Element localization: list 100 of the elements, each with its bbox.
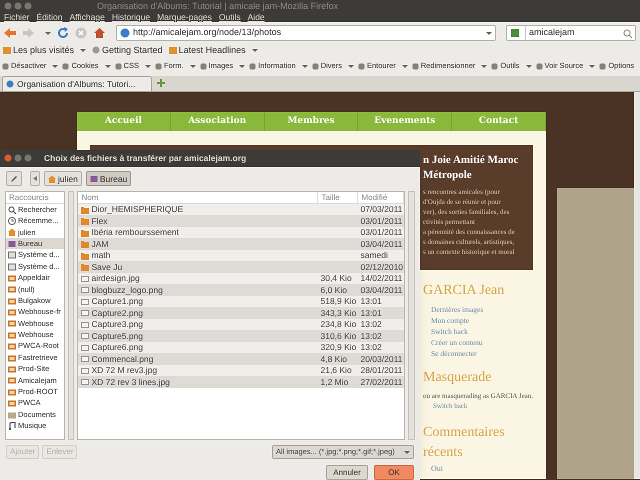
file-date: 03/04/2011 <box>359 238 404 250</box>
bookmark-item[interactable]: Latest Headlines <box>168 46 258 54</box>
left-arrow-icon <box>33 176 37 182</box>
file-size: 6,0 Kio <box>319 284 348 296</box>
file-size: 343,3 Kio <box>319 306 358 320</box>
caret-icon <box>402 64 408 68</box>
caret-icon <box>404 450 410 454</box>
back-icon <box>3 27 17 39</box>
edit-path-button[interactable] <box>6 171 22 186</box>
search-icon <box>8 206 16 214</box>
file-name[interactable]: XD 72 M rev3.jpg <box>78 364 318 377</box>
cancel-button[interactable]: Annuler <box>326 465 368 480</box>
caret-icon <box>190 64 196 68</box>
file-name[interactable]: Capture1.png <box>78 295 318 308</box>
file-date: 28/01/2011 <box>359 364 404 377</box>
column-header[interactable]: Nom <box>78 192 318 203</box>
caret-icon <box>144 64 151 68</box>
file-date: 03/01/2011 <box>359 214 404 228</box>
file-date: 03/01/2011 <box>359 226 404 239</box>
file-size: 4,8 Kio <box>319 352 348 366</box>
address-bar[interactable]: http://amicalejam.org/node/13/photos <box>116 25 496 41</box>
clock-icon <box>8 216 16 225</box>
file-name[interactable]: Capture2.png <box>78 306 318 320</box>
file-name[interactable]: Capture5.png <box>78 330 318 342</box>
forward-icon <box>23 27 35 39</box>
caret-icon <box>589 64 596 68</box>
window-buttons-icon <box>4 154 34 162</box>
browser-tab[interactable]: Organisation d'Albums: Tutori... <box>2 76 152 91</box>
file-name[interactable]: JAM <box>78 238 318 250</box>
music-icon <box>8 422 16 430</box>
caret-icon <box>481 64 488 68</box>
house-icon <box>8 228 16 236</box>
file-name[interactable]: Save Ju <box>78 260 318 274</box>
house-icon <box>48 174 56 183</box>
path-button[interactable]: julien <box>44 171 82 186</box>
caret-icon <box>104 64 111 68</box>
scrollbar[interactable] <box>408 190 416 440</box>
caret-icon <box>486 32 492 34</box>
column-header[interactable]: Taille <box>318 192 358 203</box>
scrollbar[interactable] <box>68 190 74 440</box>
file-name[interactable]: Ibéria rembourssement <box>78 226 318 239</box>
menu-item[interactable]: Historique <box>112 12 150 22</box>
file-date: 27/02/2011 <box>359 376 404 388</box>
file-size: 30,4 Kio <box>319 272 353 285</box>
file-date: 03/04/2011 <box>359 284 404 296</box>
path-button[interactable]: Bureau <box>86 171 132 186</box>
bookmark-item[interactable]: Les plus visités <box>3 46 86 54</box>
file-date: 13:02 <box>359 341 383 354</box>
file-name[interactable]: XD 72 rev 3 lines.jpg <box>78 376 318 388</box>
file-name[interactable]: math <box>78 249 318 262</box>
column-header[interactable]: Modifié <box>358 192 404 203</box>
file-date: 13:02 <box>359 318 383 331</box>
menu-item[interactable]: Affichage <box>70 12 105 22</box>
menu-item[interactable]: Édition <box>36 12 63 22</box>
caret-icon <box>52 64 58 68</box>
search-field[interactable]: amicalejam <box>506 25 636 41</box>
menu-item[interactable]: Fichier <box>4 12 30 22</box>
file-name[interactable]: airdesign.jpg <box>78 272 318 285</box>
file-name[interactable]: blogbuzz_logo.png <box>78 284 318 296</box>
stop-icon <box>75 27 87 39</box>
file-size: 320,9 Kio <box>319 341 358 354</box>
file-name[interactable]: Capture3.png <box>78 318 318 331</box>
file-size: 1,2 Mio <box>319 376 350 388</box>
block-title: Masquerade <box>423 369 492 387</box>
file-date: 13:02 <box>359 330 383 342</box>
window-buttons-icon <box>4 2 34 10</box>
ok-button[interactable]: OK <box>374 465 414 480</box>
file-size: 310,6 Kio <box>319 330 358 342</box>
column-header: Raccourcis <box>6 192 64 204</box>
file-name[interactable]: Capture6.png <box>78 341 318 354</box>
file-name[interactable]: Dior_HEMISPHERIQUE <box>78 203 318 216</box>
pencil-icon <box>10 174 18 183</box>
window-title: Organisation d'Albums: Tutorial | amicale jam-Mozilla Firefox <box>97 2 338 10</box>
caret-icon <box>302 64 308 68</box>
file-date: 02/12/2010 <box>359 260 404 274</box>
search-icon <box>623 28 632 38</box>
menu-item[interactable]: Aide <box>248 12 265 22</box>
file-name[interactable]: Flex <box>78 214 318 228</box>
file-size: 234,8 Kio <box>319 318 358 331</box>
menu-item[interactable]: Outils <box>218 12 241 22</box>
file-date: 14/02/2011 <box>359 272 404 285</box>
file-date: 13:01 <box>359 306 383 320</box>
bookmark-item[interactable]: Getting Started <box>92 46 163 54</box>
block-title: GARCIA Jean <box>423 282 506 300</box>
home-icon <box>93 27 106 39</box>
menu-item[interactable]: Marque-pages <box>157 12 212 22</box>
file-size: 21,6 Kio <box>319 364 353 377</box>
caret-icon <box>526 64 532 68</box>
file-size: 518,9 Kio <box>319 295 358 308</box>
caret-icon <box>348 64 354 68</box>
file-name[interactable]: Commencal.png <box>78 352 318 366</box>
file-date: samedi <box>359 249 389 262</box>
file-date: 20/03/2011 <box>359 352 404 366</box>
scroll-left-button[interactable] <box>30 171 40 186</box>
file-date: 07/03/2011 <box>359 203 404 216</box>
desktop-icon <box>90 174 98 183</box>
new-tab-icon <box>156 78 166 88</box>
caret-icon <box>239 64 246 68</box>
header-title: Métropole <box>423 168 472 183</box>
scrollbar[interactable] <box>634 92 640 479</box>
